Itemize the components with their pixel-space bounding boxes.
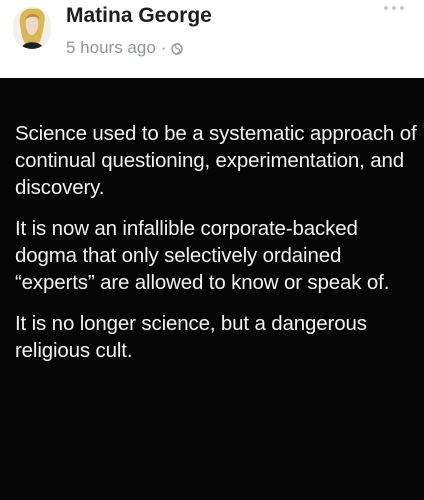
post-header: Matina George 5 hours ago ·: [0, 0, 424, 78]
more-options-button[interactable]: [384, 6, 404, 10]
profile-picture-icon: [13, 7, 51, 49]
post-image[interactable]: Science used to be a systematic approach…: [0, 78, 424, 500]
menu-dot-icon: [392, 6, 396, 10]
meta-separator: ·: [160, 38, 167, 57]
post-paragraph: It is now an infallible corporate-backed…: [15, 217, 390, 294]
post-time[interactable]: 5 hours ago: [66, 38, 156, 58]
author-name[interactable]: Matina George: [66, 4, 212, 28]
globe-icon: [171, 42, 184, 55]
post-paragraph: Science used to be a systematic approach…: [15, 122, 417, 199]
post-meta: 5 hours ago ·: [66, 38, 184, 58]
facebook-post: Matina George 5 hours ago · Science used…: [0, 0, 424, 500]
post-paragraph: It is no longer science, but a dangerous…: [15, 312, 367, 362]
menu-dot-icon: [400, 6, 404, 10]
menu-dot-icon: [384, 6, 388, 10]
avatar[interactable]: [13, 7, 51, 49]
post-text: Science used to be a systematic approach…: [15, 120, 419, 378]
